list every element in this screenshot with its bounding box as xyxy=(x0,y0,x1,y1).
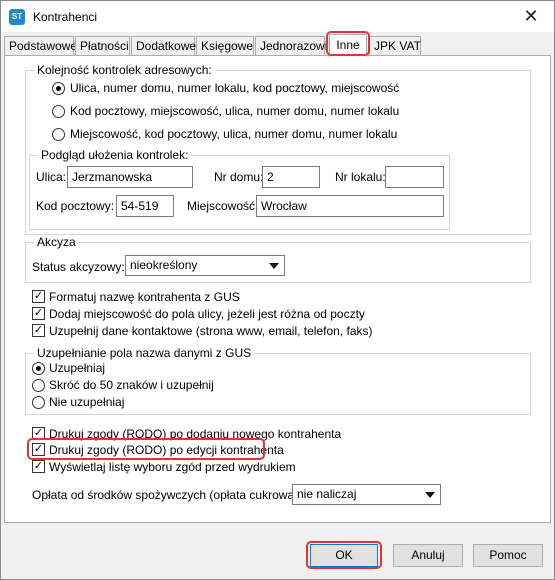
add-city-to-street-checkbox[interactable]: ✓ xyxy=(32,307,45,320)
address-order-radio-1[interactable] xyxy=(52,82,65,95)
excise-status-value: nieokreślony xyxy=(130,258,198,272)
gus-name-group: Uzupełnianie pola nazwa danymi z GUS Uzu… xyxy=(25,346,531,415)
tab-platnosci[interactable]: Płatności xyxy=(75,36,130,56)
sugar-fee-value: nie naliczaj xyxy=(297,487,357,501)
format-gus-name-checkbox[interactable]: ✓ xyxy=(32,290,45,303)
print-consent-edit-highlight xyxy=(27,438,265,460)
excise-legend: Akcyza xyxy=(34,235,79,249)
gus-name-radio-3[interactable] xyxy=(32,396,45,409)
gus-name-radio-2[interactable] xyxy=(32,379,45,392)
flat-number-label: Nr lokalu: xyxy=(335,170,386,184)
ok-button[interactable]: OK xyxy=(310,544,378,567)
postal-code-label: Kod pocztowy: xyxy=(36,199,115,213)
gus-name-label-2: Skróć do 50 znaków i uzupełnij xyxy=(49,378,214,392)
chevron-down-icon xyxy=(269,263,279,269)
tab-jednorazowi[interactable]: Jednorazowi xyxy=(255,36,327,56)
tab-jpk-vat[interactable]: JPK VAT xyxy=(369,36,421,56)
city-input[interactable]: Wrocław xyxy=(256,195,444,217)
sugar-fee-select[interactable]: nie naliczaj xyxy=(292,484,441,505)
tab-dodatkowe[interactable]: Dodatkowe xyxy=(131,36,196,56)
fill-contact-data-label: Uzupełnij dane kontaktowe (strona www, e… xyxy=(49,324,373,338)
city-label: Miejscowość: xyxy=(187,199,259,213)
fill-contact-data-checkbox[interactable]: ✓ xyxy=(32,324,45,337)
close-icon[interactable]: ✕ xyxy=(508,1,554,31)
house-number-label: Nr domu: xyxy=(214,170,264,184)
cancel-button[interactable]: Anuluj xyxy=(393,544,463,567)
address-order-radio-2[interactable] xyxy=(52,105,65,118)
tab-ksiegowe[interactable]: Księgowe xyxy=(196,36,254,56)
app-icon: ST xyxy=(9,9,25,25)
gus-name-radio-1[interactable] xyxy=(32,362,45,375)
help-button[interactable]: Pomoc xyxy=(473,544,543,567)
address-order-label-1: Ulica, numer domu, numer lokalu, kod poc… xyxy=(70,81,400,95)
address-order-radio-3[interactable] xyxy=(52,128,65,141)
gus-name-legend: Uzupełnianie pola nazwa danymi z GUS xyxy=(34,346,255,360)
tab-strip: Podstawowe Płatności Dodatkowe Księgowe … xyxy=(1,34,554,57)
tab-highlight-box xyxy=(326,31,370,56)
postal-code-input[interactable]: 54-519 xyxy=(116,195,174,217)
address-order-label-2: Kod pocztowy, miejscowość, ulica, numer … xyxy=(70,104,400,118)
address-order-legend: Kolejność kontrolek adresowych: xyxy=(34,63,215,77)
address-preview-legend: Podgląd ułożenia kontrolek: xyxy=(38,148,192,162)
sugar-fee-label: Opłata od środków spożywczych (opłata cu… xyxy=(32,488,302,502)
excise-group: Akcyza Status akcyzowy: nieokreślony xyxy=(25,235,531,283)
chevron-down-icon xyxy=(425,492,435,498)
format-gus-name-label: Formatuj nazwę kontrahenta z GUS xyxy=(49,290,240,304)
excise-status-select[interactable]: nieokreślony xyxy=(125,255,285,276)
address-order-label-3: Miejscowość, kod pocztowy, ulica, numer … xyxy=(70,127,398,141)
show-consent-list-label: Wyświetlaj listę wyboru zgód przed wydru… xyxy=(49,460,296,474)
add-city-to-street-label: Dodaj miejscowość do pola ulicy, jeżeli … xyxy=(49,307,365,321)
street-label: Ulica: xyxy=(36,170,67,184)
address-preview-group: Podgląd ułożenia kontrolek: Ulica: Jerzm… xyxy=(29,148,450,230)
street-input[interactable]: Jerzmanowska xyxy=(67,166,193,188)
show-consent-list-checkbox[interactable]: ✓ xyxy=(32,460,45,473)
gus-name-label-3: Nie uzupełniaj xyxy=(49,395,125,409)
window-title: Kontrahenci xyxy=(33,10,98,24)
title-bar: ST Kontrahenci ✕ xyxy=(1,1,554,32)
address-order-group: Kolejność kontrolek adresowych: Ulica, n… xyxy=(25,63,531,235)
flat-number-input[interactable] xyxy=(385,166,444,188)
house-number-input[interactable]: 2 xyxy=(262,166,320,188)
dialog-window: ST Kontrahenci ✕ Podstawowe Płatności Do… xyxy=(0,0,555,580)
gus-name-label-1: Uzupełniaj xyxy=(49,361,106,375)
tab-content-panel: Kolejność kontrolek adresowych: Ulica, n… xyxy=(4,55,551,523)
excise-status-label: Status akcyzowy: xyxy=(32,260,125,274)
tab-podstawowe[interactable]: Podstawowe xyxy=(4,36,77,56)
